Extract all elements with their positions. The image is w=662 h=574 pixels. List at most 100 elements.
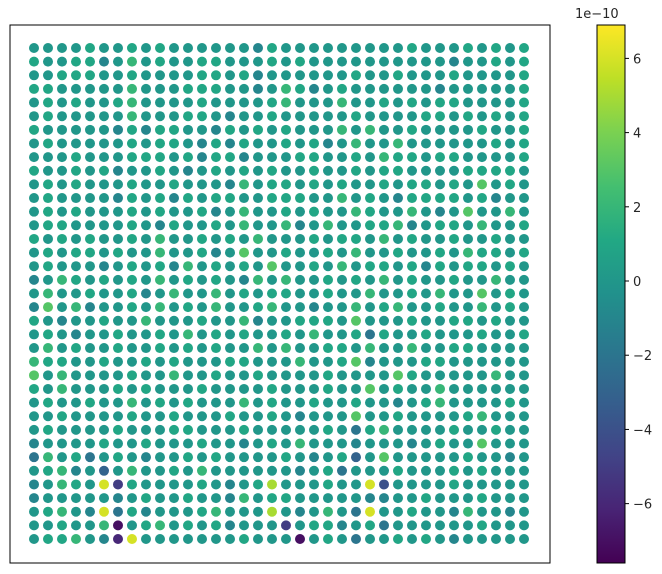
scatter-point [197,383,207,394]
scatter-point [211,83,221,94]
scatter-point [435,465,445,476]
scatter-point [43,424,53,435]
scatter-point [183,193,193,204]
scatter-point [435,411,445,422]
scatter-point [477,465,487,476]
scatter-point [309,329,319,340]
scatter-point [155,233,165,244]
scatter-point [295,424,305,435]
scatter-point [141,343,151,354]
scatter-point [57,370,67,381]
scatter-point [281,329,291,340]
scatter-point [85,206,95,217]
scatter-point [155,97,165,108]
scatter-point [491,302,501,313]
scatter-point [253,343,263,354]
scatter-point [197,97,207,108]
scatter-point [393,479,403,490]
scatter-point [295,261,305,272]
scatter-point [57,356,67,367]
scatter-point [29,465,39,476]
scatter-point [155,370,165,381]
scatter-point [435,424,445,435]
scatter-point [449,261,459,272]
scatter-point [169,370,179,381]
scatter-point [99,193,109,204]
scatter-point [71,124,81,135]
scatter-point [155,220,165,231]
scatter-point [281,233,291,244]
scatter-point [505,343,515,354]
scatter-point [85,438,95,449]
scatter-point [323,43,333,53]
scatter-point [421,520,431,531]
scatter-point [519,43,529,53]
scatter-point [463,233,473,244]
scatter-point [183,383,193,394]
scatter-point [309,165,319,176]
scatter-point [225,506,235,517]
scatter-point [29,274,39,285]
scatter-point [225,397,235,408]
scatter-point [463,124,473,135]
scatter-point [449,97,459,108]
scatter-point [421,233,431,244]
scatter-point [239,465,249,476]
scatter-point [491,43,501,53]
scatter-point [449,43,459,53]
scatter-point [435,329,445,340]
scatter-point [57,315,67,326]
scatter-point [393,70,403,81]
scatter-point [351,56,361,67]
scatter-point [71,465,81,476]
scatter-point [113,438,123,449]
scatter-point [197,411,207,422]
scatter-point [225,383,235,394]
scatter-point [463,179,473,190]
scatter-point [463,70,473,81]
scatter-point [141,193,151,204]
scatter-point [127,247,137,258]
scatter-point [183,152,193,163]
scatter-point [99,247,109,258]
scatter-point [323,70,333,81]
scatter-point [225,370,235,381]
scatter-point [99,479,109,490]
scatter-point [449,288,459,299]
scatter-point [169,411,179,422]
scatter-point [29,97,39,108]
scatter-point [253,111,263,122]
scatter-point [505,424,515,435]
scatter-point [295,124,305,135]
scatter-point [407,233,417,244]
scatter-point [393,288,403,299]
scatter-point [225,233,235,244]
scatter-point [435,274,445,285]
scatter-point [407,83,417,94]
scatter-point [85,193,95,204]
scatter-point [141,97,151,108]
scatter-point [337,370,347,381]
scatter-point [113,152,123,163]
scatter-point [183,479,193,490]
scatter-point [281,479,291,490]
scatter-point [505,452,515,463]
scatter-point [337,343,347,354]
scatter-point [365,493,375,504]
scatter-point [323,424,333,435]
scatter-point [393,343,403,354]
scatter-point [43,274,53,285]
scatter-point [29,315,39,326]
scatter-point [421,438,431,449]
scatter-point [85,411,95,422]
scatter-point [29,288,39,299]
scatter-point [505,261,515,272]
scatter-point [449,274,459,285]
scatter-point [407,356,417,367]
scatter-point [351,356,361,367]
scatter-point [505,438,515,449]
scatter-point [309,247,319,258]
scatter-point [267,465,277,476]
scatter-point [379,424,389,435]
scatter-point [519,165,529,176]
